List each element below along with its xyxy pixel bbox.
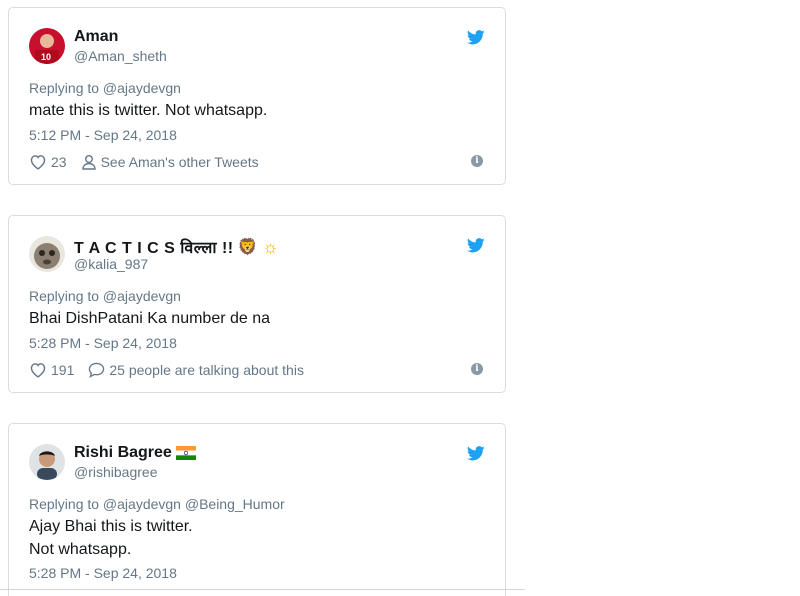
avatar[interactable]: 10 xyxy=(29,28,65,64)
india-flag-icon xyxy=(175,446,196,460)
timestamp[interactable]: 5:28 PM - Sep 24, 2018 xyxy=(29,565,177,581)
user-handle[interactable]: @rishibagree xyxy=(74,464,157,480)
display-name[interactable]: T A C T I C S विल्ला !! 🦁 ☼ xyxy=(74,236,279,258)
avatar[interactable] xyxy=(29,444,65,480)
sun-emoji-icon: ☼ xyxy=(262,236,280,257)
replying-to[interactable]: Replying to @ajaydevgn xyxy=(29,288,181,304)
info-icon[interactable]: i xyxy=(471,363,483,375)
display-name-text[interactable]: Rishi Bagree xyxy=(74,444,172,462)
timestamp[interactable]: 5:28 PM - Sep 24, 2018 xyxy=(29,335,177,351)
tweet-actions: 23 See Aman's other Tweets i xyxy=(29,152,485,172)
divider xyxy=(0,589,525,590)
tweet-header: Rishi Bagree @rishibagree xyxy=(29,444,485,484)
tweet-text-line: Ajay Bhai this is twitter. xyxy=(29,518,193,535)
lion-emoji-icon: 🦁 xyxy=(237,239,259,256)
like-button[interactable]: 191 xyxy=(29,362,74,378)
display-name-text[interactable]: T A C T I C S विल्ला !! xyxy=(74,236,234,258)
see-other-tweets-link[interactable]: See Aman's other Tweets xyxy=(81,154,259,170)
like-count: 191 xyxy=(51,362,75,378)
info-icon[interactable]: i xyxy=(471,155,483,167)
conversation-link[interactable]: 25 people are talking about this xyxy=(88,362,304,378)
twitter-bird-icon[interactable] xyxy=(467,30,485,45)
see-other-tweets-label: See Aman's other Tweets xyxy=(100,154,259,170)
tweet-card[interactable]: 10 Aman @Aman_sheth Replying to @ajaydev… xyxy=(8,7,506,185)
twitter-bird-icon[interactable] xyxy=(467,446,485,461)
replying-to[interactable]: Replying to @ajaydevgn @Being_Humor xyxy=(29,496,285,512)
tweet-header: T A C T I C S विल्ला !! 🦁 ☼ @kalia_987 xyxy=(29,236,485,276)
display-name[interactable]: Aman xyxy=(74,28,118,46)
svg-text:10: 10 xyxy=(41,52,51,62)
like-count: 23 xyxy=(51,154,67,170)
person-icon xyxy=(81,155,96,170)
replying-to[interactable]: Replying to @ajaydevgn xyxy=(29,80,181,96)
heart-icon xyxy=(30,155,46,170)
display-name-text[interactable]: Aman xyxy=(74,28,118,46)
tweet-header: 10 Aman @Aman_sheth xyxy=(29,28,485,68)
avatar[interactable] xyxy=(29,236,65,272)
tweet-text-line: Bhai DishPatani Ka number de na xyxy=(29,310,271,327)
tweet-card[interactable]: T A C T I C S विल्ला !! 🦁 ☼ @kalia_987 R… xyxy=(8,215,506,393)
heart-icon xyxy=(30,363,46,378)
display-name[interactable]: Rishi Bagree xyxy=(74,444,196,462)
comment-icon xyxy=(89,362,105,378)
tweet-text: mate this is twitter. Not whatsapp. xyxy=(29,99,267,122)
conversation-label: 25 people are talking about this xyxy=(109,362,304,378)
page: 10 Aman @Aman_sheth Replying to @ajaydev… xyxy=(0,0,800,596)
tweet-text: Ajay Bhai this is twitter. Not whatsapp. xyxy=(29,515,193,561)
user-handle[interactable]: @Aman_sheth xyxy=(74,48,167,64)
tweet-actions: 191 25 people are talking about this i xyxy=(29,360,485,380)
tweet-text-line: mate this is twitter. Not whatsapp. xyxy=(29,102,268,119)
tweet-card[interactable]: Rishi Bagree @rishibagree Replying to @a… xyxy=(8,423,506,596)
timestamp[interactable]: 5:12 PM - Sep 24, 2018 xyxy=(29,127,177,143)
twitter-bird-icon[interactable] xyxy=(467,238,485,253)
tweet-text: Bhai DishPatani Ka number de na xyxy=(29,307,270,330)
user-handle[interactable]: @kalia_987 xyxy=(74,256,148,272)
tweet-text-line: Not whatsapp. xyxy=(29,541,132,558)
like-button[interactable]: 23 xyxy=(29,154,67,170)
